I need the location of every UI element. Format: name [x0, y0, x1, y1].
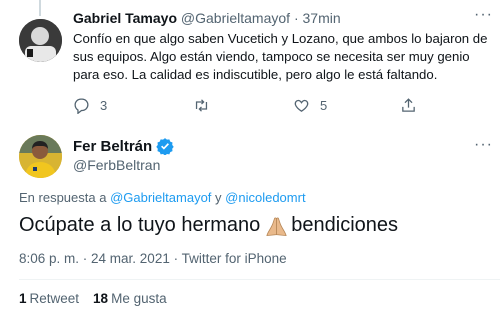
author-handle[interactable]: @Gabrieltamayof [181, 10, 290, 26]
tweet-meta[interactable]: 8:06 p. m. · 24 mar. 2021 · Twitter for … [19, 251, 287, 266]
tweet-text: Ocúpate a lo tuyo hermano bendiciones [19, 214, 398, 237]
retweets-count: 1 [19, 291, 27, 306]
tweet-stats: 1 Retweet 18 Me gusta [19, 291, 167, 306]
more-options-icon[interactable]: ··· [474, 137, 493, 153]
separator: · [293, 10, 299, 26]
retweets-stat[interactable]: 1 Retweet [19, 291, 79, 306]
reply-button[interactable]: 3 [73, 97, 107, 114]
divider [19, 279, 500, 280]
mention-link[interactable]: @Gabrieltamayof [110, 190, 211, 205]
author-handle[interactable]: @FerbBeltran [73, 157, 160, 173]
retweet-icon [195, 99, 208, 112]
mention-link[interactable]: @nicoledomrt [225, 190, 305, 205]
reply-icon [74, 98, 89, 114]
share-icon [402, 98, 415, 112]
tweet-text-part: bendiciones [291, 214, 399, 236]
avatar[interactable] [19, 135, 62, 178]
retweet-button[interactable] [193, 97, 210, 114]
mention-join: y [211, 190, 226, 205]
author-name[interactable]: Gabriel Tamayo [73, 10, 177, 26]
likes-count: 18 [93, 291, 109, 306]
reply-tweet[interactable]: Gabriel Tamayo @Gabrieltamayof · 37min C… [73, 9, 493, 84]
in-reply-to: En respuesta a @Gabrieltamayof y @nicole… [19, 190, 306, 205]
verified-badge-icon [156, 138, 174, 155]
like-count: 5 [320, 98, 328, 113]
thread-line [39, 0, 41, 16]
tweet-text-part: Ocúpate a lo tuyo hermano [19, 214, 261, 236]
more-options-icon[interactable]: ··· [474, 7, 492, 26]
heart-icon [294, 99, 309, 112]
tweet-text: Confío en que algo saben Vucetich y Loza… [73, 31, 488, 82]
share-button[interactable] [400, 97, 417, 114]
retweets-label: Retweet [29, 291, 80, 306]
likes-label: Me gusta [111, 291, 167, 306]
author-name[interactable]: Fer Beltrán [73, 138, 152, 155]
in-reply-prefix: En respuesta a [19, 190, 111, 205]
reply-count: 3 [100, 98, 108, 113]
likes-stat[interactable]: 18 Me gusta [93, 291, 167, 306]
tweet-time[interactable]: 37min [303, 10, 341, 26]
folded-hands-emoji-icon [266, 217, 287, 236]
like-button[interactable]: 5 [293, 97, 327, 114]
avatar[interactable] [19, 19, 62, 62]
